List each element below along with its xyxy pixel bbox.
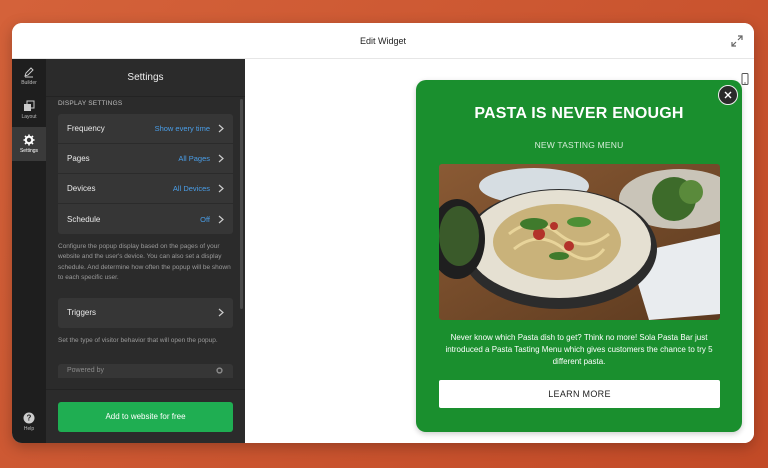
pasta-photo bbox=[439, 164, 720, 320]
settings-panel: Settings DISPLAY SETTINGS Frequency Show… bbox=[46, 59, 245, 443]
popup-body-text: Never know which Pasta dish to get? Thin… bbox=[445, 333, 713, 366]
panel-scrollbar[interactable] bbox=[240, 99, 243, 309]
svg-text:?: ? bbox=[27, 414, 32, 423]
display-settings-description: Configure the popup display based on the… bbox=[58, 243, 231, 282]
chevron-right-icon bbox=[218, 154, 224, 163]
setting-row-schedule[interactable]: Schedule Off bbox=[58, 204, 233, 234]
rail-item-help[interactable]: ? Help bbox=[12, 405, 46, 439]
chevron-right-icon bbox=[218, 184, 224, 193]
setting-label: Devices bbox=[67, 184, 96, 193]
setting-value: Off bbox=[200, 214, 210, 224]
pasta-image bbox=[439, 164, 720, 320]
mobile-device-icon[interactable] bbox=[740, 73, 750, 85]
setting-label: Schedule bbox=[67, 214, 101, 224]
window-title: Edit Widget bbox=[359, 35, 407, 46]
setting-label: Powered by bbox=[67, 367, 104, 375]
layout-icon bbox=[24, 100, 35, 111]
gear-icon bbox=[23, 134, 35, 146]
title-bar: Edit Widget bbox=[12, 23, 754, 59]
rail-label: Builder bbox=[21, 80, 37, 86]
chevron-right-icon bbox=[218, 215, 224, 223]
setting-label: Frequency bbox=[67, 124, 105, 133]
rail-label: Layout bbox=[21, 114, 37, 120]
setting-row-pages[interactable]: Pages All Pages bbox=[58, 144, 233, 174]
setting-label: Triggers bbox=[67, 308, 97, 318]
triggers-description: Set the type of visitor behavior that wi… bbox=[58, 336, 218, 344]
chevron-right-icon bbox=[218, 124, 224, 133]
help-icon: ? bbox=[23, 412, 35, 424]
setting-row-frequency[interactable]: Frequency Show every time bbox=[58, 114, 233, 144]
side-rail: Builder Layout Settings ? Help bbox=[12, 59, 46, 443]
setting-row-partial[interactable]: Powered by bbox=[58, 363, 233, 378]
display-settings-group: Frequency Show every time Pages All Page… bbox=[58, 114, 233, 234]
learn-more-button[interactable]: LEARN MORE bbox=[439, 380, 720, 408]
gear-icon bbox=[216, 367, 223, 375]
rail-item-layout[interactable]: Layout bbox=[12, 93, 46, 127]
setting-label: Pages bbox=[67, 154, 90, 163]
rail-label: Settings bbox=[19, 148, 39, 154]
rail-label: Help bbox=[23, 426, 35, 432]
popup-subtitle: NEW TASTING MENU bbox=[534, 140, 624, 150]
expand-icon[interactable] bbox=[730, 34, 744, 48]
triggers-group: Triggers bbox=[58, 297, 233, 328]
edit-widget-window: Edit Widget Builder Layout Settings ? He… bbox=[12, 23, 754, 443]
panel-footer: Add to website for free bbox=[46, 389, 245, 443]
chevron-right-icon bbox=[218, 308, 224, 317]
popup-widget: PASTA IS NEVER ENOUGH NEW TASTING MENU N… bbox=[416, 80, 742, 432]
rail-item-builder[interactable]: Builder bbox=[12, 59, 46, 93]
setting-value: All Pages bbox=[178, 154, 210, 163]
close-button[interactable] bbox=[718, 85, 738, 105]
pen-icon bbox=[24, 67, 34, 78]
add-to-website-button[interactable]: Add to website for free bbox=[58, 401, 233, 432]
setting-row-devices[interactable]: Devices All Devices bbox=[58, 174, 233, 204]
setting-value: Show every time bbox=[154, 124, 210, 133]
rail-item-settings[interactable]: Settings bbox=[12, 127, 46, 161]
panel-title: Settings bbox=[46, 59, 245, 97]
section-label: DISPLAY SETTINGS bbox=[58, 100, 123, 107]
setting-value: All Devices bbox=[172, 184, 210, 193]
popup-title: PASTA IS NEVER ENOUGH bbox=[474, 105, 684, 122]
setting-row-triggers[interactable]: Triggers bbox=[58, 297, 233, 328]
settings-scroll-area[interactable]: DISPLAY SETTINGS Frequency Show every ti… bbox=[46, 97, 245, 389]
close-icon bbox=[724, 91, 732, 99]
